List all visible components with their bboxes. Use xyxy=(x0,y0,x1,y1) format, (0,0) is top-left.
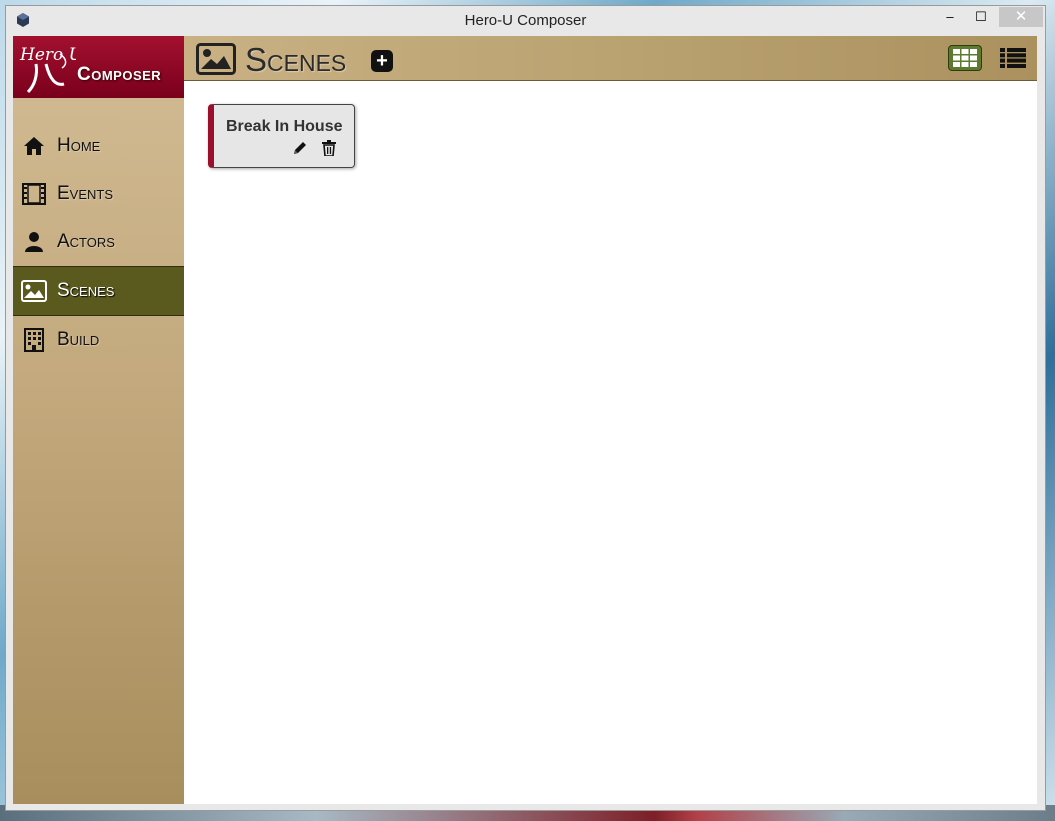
list-view-icon xyxy=(1000,48,1026,68)
film-icon xyxy=(21,181,47,207)
sidebar-item-actors[interactable]: Actors xyxy=(13,218,184,266)
image-icon xyxy=(21,278,47,304)
page-header: Scenes + xyxy=(184,36,1037,81)
sidebar: Hero U Composer Home Events xyxy=(13,36,185,804)
sidebar-item-label: Actors xyxy=(57,231,115,252)
image-icon xyxy=(196,43,236,75)
minimize-button[interactable]: – xyxy=(937,7,963,27)
user-icon xyxy=(21,229,47,255)
sidebar-item-events[interactable]: Events xyxy=(13,170,184,218)
list-view-button[interactable] xyxy=(999,46,1027,70)
sidebar-item-label: Home xyxy=(57,135,101,156)
sidebar-nav: Home Events Actors Scenes Build xyxy=(13,122,184,364)
app-logo[interactable]: Hero U Composer xyxy=(13,36,184,98)
close-button[interactable]: ✕ xyxy=(999,7,1043,27)
scene-title: Break In House xyxy=(226,118,343,135)
home-icon xyxy=(21,133,47,159)
title-bar: Hero-U Composer – ☐ ✕ xyxy=(6,6,1045,36)
grid-view-icon xyxy=(953,49,977,67)
sidebar-item-label: Scenes xyxy=(57,280,115,301)
maximize-button[interactable]: ☐ xyxy=(968,7,994,27)
building-icon xyxy=(21,327,47,353)
scene-card[interactable]: Break In House xyxy=(208,104,355,168)
logo-brand-text: Hero U xyxy=(19,45,76,65)
sidebar-item-label: Events xyxy=(57,183,114,204)
pencil-icon[interactable] xyxy=(292,140,308,156)
page-title: Scenes xyxy=(245,41,347,78)
hero-u-logo-icon: Hero U xyxy=(19,45,76,94)
window-title: Hero-U Composer xyxy=(464,12,587,29)
sidebar-item-home[interactable]: Home xyxy=(13,122,184,170)
logo-text: Composer xyxy=(77,64,162,85)
grid-view-button[interactable] xyxy=(948,45,982,71)
sidebar-item-scenes[interactable]: Scenes xyxy=(13,266,184,316)
scenes-content: Break In House xyxy=(184,81,1037,804)
trash-icon[interactable] xyxy=(322,140,336,156)
sidebar-item-build[interactable]: Build xyxy=(13,316,184,364)
add-scene-button[interactable]: + xyxy=(371,50,393,72)
sidebar-item-label: Build xyxy=(57,329,100,350)
